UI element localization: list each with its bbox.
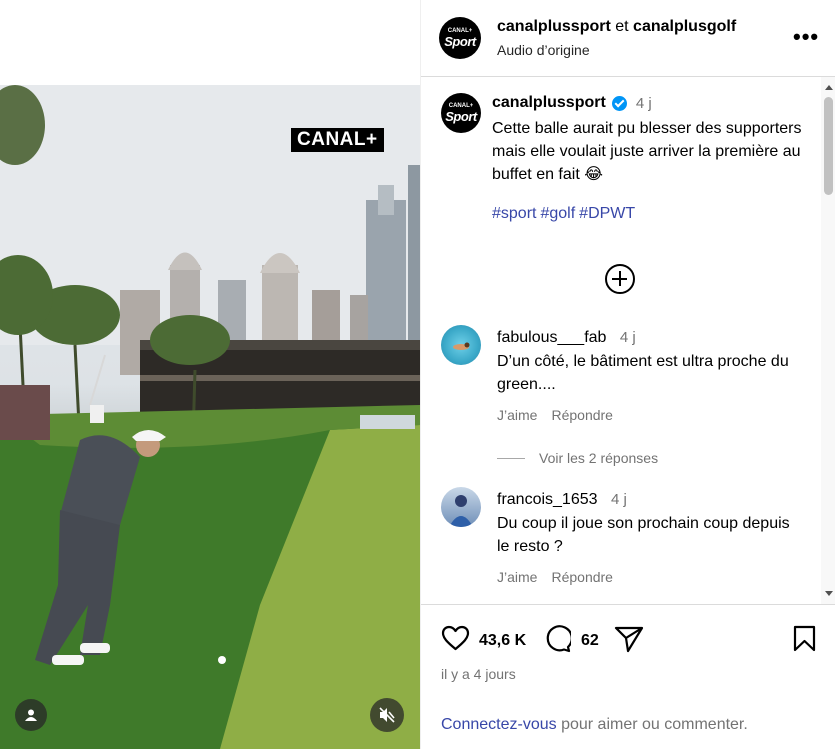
caption-hashtags: #sport #golf #DPWT bbox=[492, 205, 639, 223]
comment-icon[interactable] bbox=[543, 625, 571, 653]
avatar-person-image bbox=[449, 495, 473, 527]
like-comment-button[interactable]: J’aime bbox=[497, 407, 537, 423]
commenter-avatar[interactable] bbox=[441, 487, 481, 527]
mute-button[interactable] bbox=[370, 698, 404, 732]
audio-link[interactable]: Audio d’origine bbox=[497, 42, 590, 58]
view-replies-label: Voir les 2 réponses bbox=[539, 450, 659, 466]
commenter-avatar[interactable] bbox=[441, 325, 481, 365]
comment-header: francois_1653 4 j bbox=[497, 491, 627, 509]
avatar-logo-bottom: Sport bbox=[445, 109, 477, 124]
hashtag-link[interactable]: #golf bbox=[540, 205, 575, 222]
scroll-down-icon[interactable] bbox=[825, 591, 833, 596]
caption-avatar[interactable]: CANAL+ Sport bbox=[441, 93, 481, 133]
scroll-up-icon[interactable] bbox=[825, 85, 833, 90]
comment-username[interactable]: francois_1653 bbox=[497, 491, 598, 508]
heart-icon[interactable] bbox=[441, 625, 470, 651]
post-date[interactable]: il y a 4 jours bbox=[441, 666, 516, 682]
comment-header: fabulous___fab 4 j bbox=[497, 329, 636, 347]
scrollbar[interactable] bbox=[821, 77, 835, 604]
post-sidebar: CANAL+ Sport canalplussport et canalplus… bbox=[420, 0, 835, 749]
login-link[interactable]: Connectez-vous bbox=[441, 716, 557, 733]
post-header: CANAL+ Sport canalplussport et canalplus… bbox=[421, 0, 835, 77]
tagged-users-button[interactable] bbox=[15, 699, 47, 731]
comment-time[interactable]: 4 j bbox=[611, 491, 627, 508]
hashtag-link[interactable]: #DPWT bbox=[579, 205, 635, 222]
caption-text: Cette balle aurait pu blesser des suppor… bbox=[492, 120, 802, 183]
canal-plus-watermark: CANAL+ bbox=[291, 128, 384, 152]
comment-username[interactable]: fabulous___fab bbox=[497, 329, 606, 346]
load-more-comments-icon[interactable] bbox=[605, 264, 635, 294]
speaker-muted-icon bbox=[379, 707, 395, 723]
replies-divider bbox=[497, 457, 525, 459]
login-prompt-text: pour aimer ou commenter. bbox=[556, 716, 748, 733]
media-pane: CANAL+ bbox=[0, 0, 420, 749]
caption-time[interactable]: 4 j bbox=[636, 95, 652, 112]
more-options-icon[interactable]: ••• bbox=[793, 26, 819, 48]
post-dialog: CANAL+ CANAL+ Sport canalplussport et ca… bbox=[0, 0, 835, 749]
caption-username[interactable]: canalplussport bbox=[492, 94, 606, 112]
avatar-swimmer-image bbox=[453, 342, 470, 350]
comment-text: Du coup il joue son prochain coup depuis… bbox=[497, 515, 790, 555]
view-replies-button[interactable]: Voir les 2 réponses bbox=[497, 450, 658, 466]
like-comment-button[interactable]: J’aime bbox=[497, 569, 537, 585]
author-avatar[interactable]: CANAL+ Sport bbox=[439, 17, 481, 59]
post-authors: canalplussport et canalplusgolf bbox=[497, 18, 736, 36]
comment-count[interactable]: 62 bbox=[581, 632, 599, 650]
golf-scene bbox=[0, 85, 420, 749]
author-link-1[interactable]: canalplussport bbox=[497, 18, 611, 35]
hashtag-link[interactable]: #sport bbox=[492, 205, 536, 222]
post-actions: 43,6 K 62 il y a 4 jours Connectez-vous … bbox=[421, 604, 835, 749]
comment-time[interactable]: 4 j bbox=[620, 329, 636, 346]
video-player[interactable]: CANAL+ bbox=[0, 85, 420, 749]
comments-scroll-area[interactable]: CANAL+ Sport canalplussport 4 j Cette ba… bbox=[421, 77, 835, 604]
like-count[interactable]: 43,6 K bbox=[479, 632, 526, 650]
verified-badge-icon bbox=[611, 95, 627, 111]
bookmark-icon[interactable] bbox=[793, 625, 816, 652]
comment-actions: J’aime Répondre bbox=[497, 407, 627, 423]
avatar-logo-bottom: Sport bbox=[444, 34, 476, 49]
caption-header: canalplussport 4 j bbox=[492, 94, 652, 112]
share-icon[interactable] bbox=[614, 625, 644, 653]
comment-text: D’un côté, le bâtiment est ultra proche … bbox=[497, 353, 789, 393]
comment-actions: J’aime Répondre bbox=[497, 569, 627, 585]
login-prompt: Connectez-vous pour aimer ou commenter. bbox=[441, 716, 748, 734]
authors-connector: et bbox=[610, 18, 634, 35]
author-link-2[interactable]: canalplusgolf bbox=[633, 18, 736, 35]
user-icon bbox=[25, 709, 37, 721]
scrollbar-thumb[interactable] bbox=[824, 97, 833, 195]
reply-button[interactable]: Répondre bbox=[551, 569, 613, 585]
reply-button[interactable]: Répondre bbox=[551, 407, 613, 423]
